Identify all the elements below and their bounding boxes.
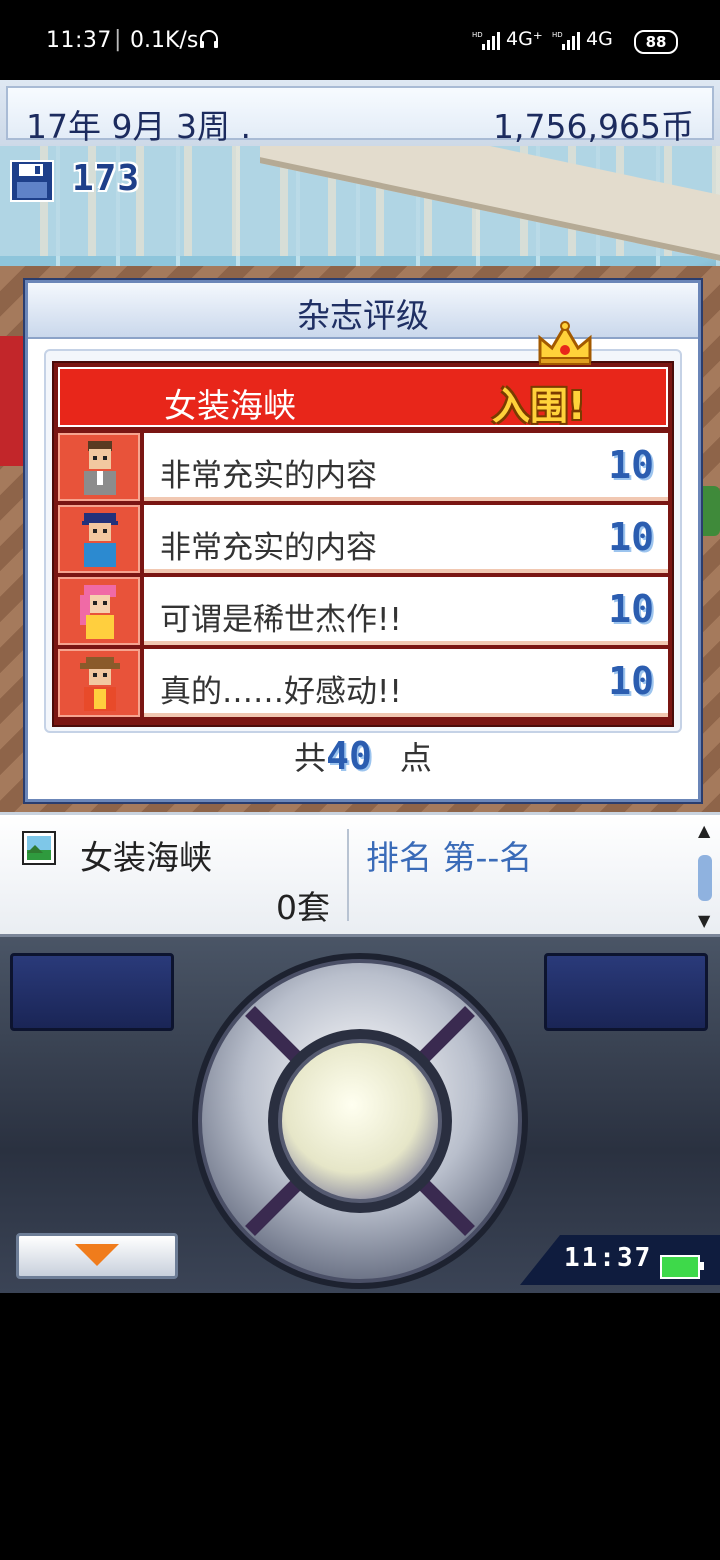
- reviewer-3-icon: [80, 585, 116, 639]
- review-score: 10: [608, 443, 654, 487]
- review-row: 非常充实的内容 10: [58, 505, 668, 573]
- battery-indicator: 88: [634, 30, 678, 54]
- floppy-disk-icon[interactable]: [10, 160, 54, 202]
- network-speed: 0.1K/s: [130, 28, 199, 53]
- network-type-2: 4G: [586, 28, 613, 50]
- reviewer-1-icon: [84, 441, 116, 495]
- game-clock: 11:37: [564, 1243, 653, 1273]
- review-row: 非常充实的内容 10: [58, 433, 668, 501]
- menu-down-button[interactable]: [16, 1233, 178, 1279]
- review-comment: 非常充实的内容: [160, 458, 377, 494]
- info-divider: [347, 829, 349, 921]
- save-count: 173: [72, 158, 141, 199]
- game-header: 17年 9月 3周 . 1,756,965币: [0, 80, 720, 148]
- headset-icon: [200, 30, 218, 48]
- crown-icon: [538, 321, 592, 365]
- status-time: 11:37: [46, 28, 112, 53]
- review-score: 10: [608, 515, 654, 559]
- rating-header-row: 女装海峡 入围!: [58, 367, 668, 428]
- reviewer-avatar: [58, 577, 140, 645]
- scroll-down-icon[interactable]: ▼: [698, 911, 710, 930]
- magazine-info-bar[interactable]: 女装海峡 0套 排名 第--名 ▲ ▼: [0, 812, 720, 937]
- signal-icon: HD: [472, 31, 500, 50]
- game-money: 1,756,965币: [493, 107, 694, 146]
- total-value: 40: [326, 734, 372, 778]
- left-soft-button[interactable]: [10, 953, 174, 1031]
- svg-text:HD: HD: [552, 31, 563, 39]
- battery-icon: [660, 1255, 704, 1279]
- info-sets: 0套: [276, 888, 330, 927]
- info-rank: 排名 第--名: [366, 838, 533, 877]
- magazine-icon: [22, 831, 56, 865]
- dpad[interactable]: [190, 951, 530, 1291]
- reviewer-avatar: [58, 505, 140, 573]
- scroll-up-icon[interactable]: ▲: [698, 821, 710, 840]
- reviewer-4-icon: [80, 657, 120, 711]
- network-type-1: 4G⁺: [506, 28, 543, 50]
- svg-text:HD: HD: [472, 31, 483, 39]
- right-soft-button[interactable]: [544, 953, 708, 1031]
- review-row: 可谓是稀世杰作!! 10: [58, 577, 668, 645]
- dialog-title: 杂志评级: [28, 283, 698, 339]
- status-separator: |: [114, 27, 122, 52]
- nomination-status: 入围!: [492, 384, 586, 428]
- scrollbar-thumb[interactable]: [698, 855, 712, 901]
- reviewer-2-icon: [82, 513, 118, 567]
- game-date: 17年 9月 3周 .: [26, 107, 251, 146]
- total-prefix: 共: [294, 739, 327, 777]
- review-comment: 真的……好感动!!: [160, 674, 402, 710]
- review-score: 10: [608, 587, 654, 631]
- review-comment: 可谓是稀世杰作!!: [160, 602, 402, 638]
- total-unit: 点: [399, 739, 432, 777]
- info-magazine-name: 女装海峡: [80, 838, 212, 877]
- review-score: 10: [608, 659, 654, 703]
- rating-list: 女装海峡 入围! 非常充实的内容 10 非常充实的内容 10 可谓是稀世杰作!!…: [52, 361, 674, 727]
- magazine-rating-dialog: 杂志评级 女装海峡 入围! 非常充实的内容 10 非常充实的内容 10 可谓是稀…: [25, 280, 701, 802]
- system-status-bar: 11:37 | 0.1K/s HD 4G⁺ HD 4G 88: [0, 0, 720, 80]
- down-arrow-icon: [75, 1244, 119, 1266]
- review-comment: 非常充实的内容: [160, 530, 377, 566]
- magazine-title: 女装海峡: [164, 386, 296, 425]
- signal-icon: HD: [552, 31, 580, 50]
- reviewer-avatar: [58, 433, 140, 501]
- virtual-controller: 11:37: [0, 934, 720, 1293]
- review-row: 真的……好感动!! 10: [58, 649, 668, 717]
- reviewer-avatar: [58, 649, 140, 717]
- total-score: 共40 点: [28, 733, 698, 779]
